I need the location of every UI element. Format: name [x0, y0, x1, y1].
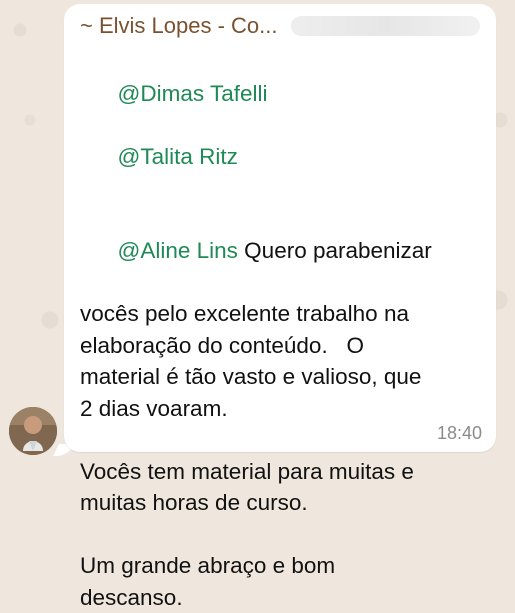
- message-line: 2 dias voaram.: [80, 393, 480, 425]
- message-timestamp: 18:40: [437, 423, 482, 444]
- mention-line-1: @Dimas Tafelli @Talita Ritz: [80, 46, 480, 204]
- message-line: vocês pelo excelente trabalho na: [80, 298, 480, 330]
- sender-row: ~ Elvis Lopes - Co...: [80, 10, 480, 42]
- message-bubble[interactable]: ~ Elvis Lopes - Co... @Dimas Tafelli @Ta…: [64, 4, 496, 452]
- message-line: descanso.: [80, 582, 480, 613]
- message-line: muitas horas de curso.: [80, 487, 480, 519]
- message-line: Vocês tem material para muitas e: [80, 456, 480, 488]
- message-line: material é tão vasto e valioso, que: [80, 361, 480, 393]
- mention-talita-ritz[interactable]: @Talita Ritz: [118, 144, 238, 169]
- mention-dimas-tafelli[interactable]: @Dimas Tafelli: [118, 81, 268, 106]
- paragraph-break: [80, 519, 480, 551]
- sender-avatar[interactable]: [9, 407, 57, 455]
- sender-phone-redacted: [291, 16, 480, 36]
- paragraph-break: [80, 424, 480, 456]
- message-line: @Aline Lins Quero parabenizar: [80, 204, 480, 299]
- mention-aline-lins[interactable]: @Aline Lins: [118, 238, 238, 263]
- message-text: @Dimas Tafelli @Talita Ritz @Aline Lins …: [80, 46, 480, 613]
- message-line: Um grande abraço e bom: [80, 550, 480, 582]
- message-line: elaboração do conteúdo. O: [80, 330, 480, 362]
- person-photo-icon: [9, 407, 57, 455]
- sender-name[interactable]: ~ Elvis Lopes - Co...: [80, 13, 277, 39]
- message-line-text: Quero parabenizar: [238, 238, 432, 263]
